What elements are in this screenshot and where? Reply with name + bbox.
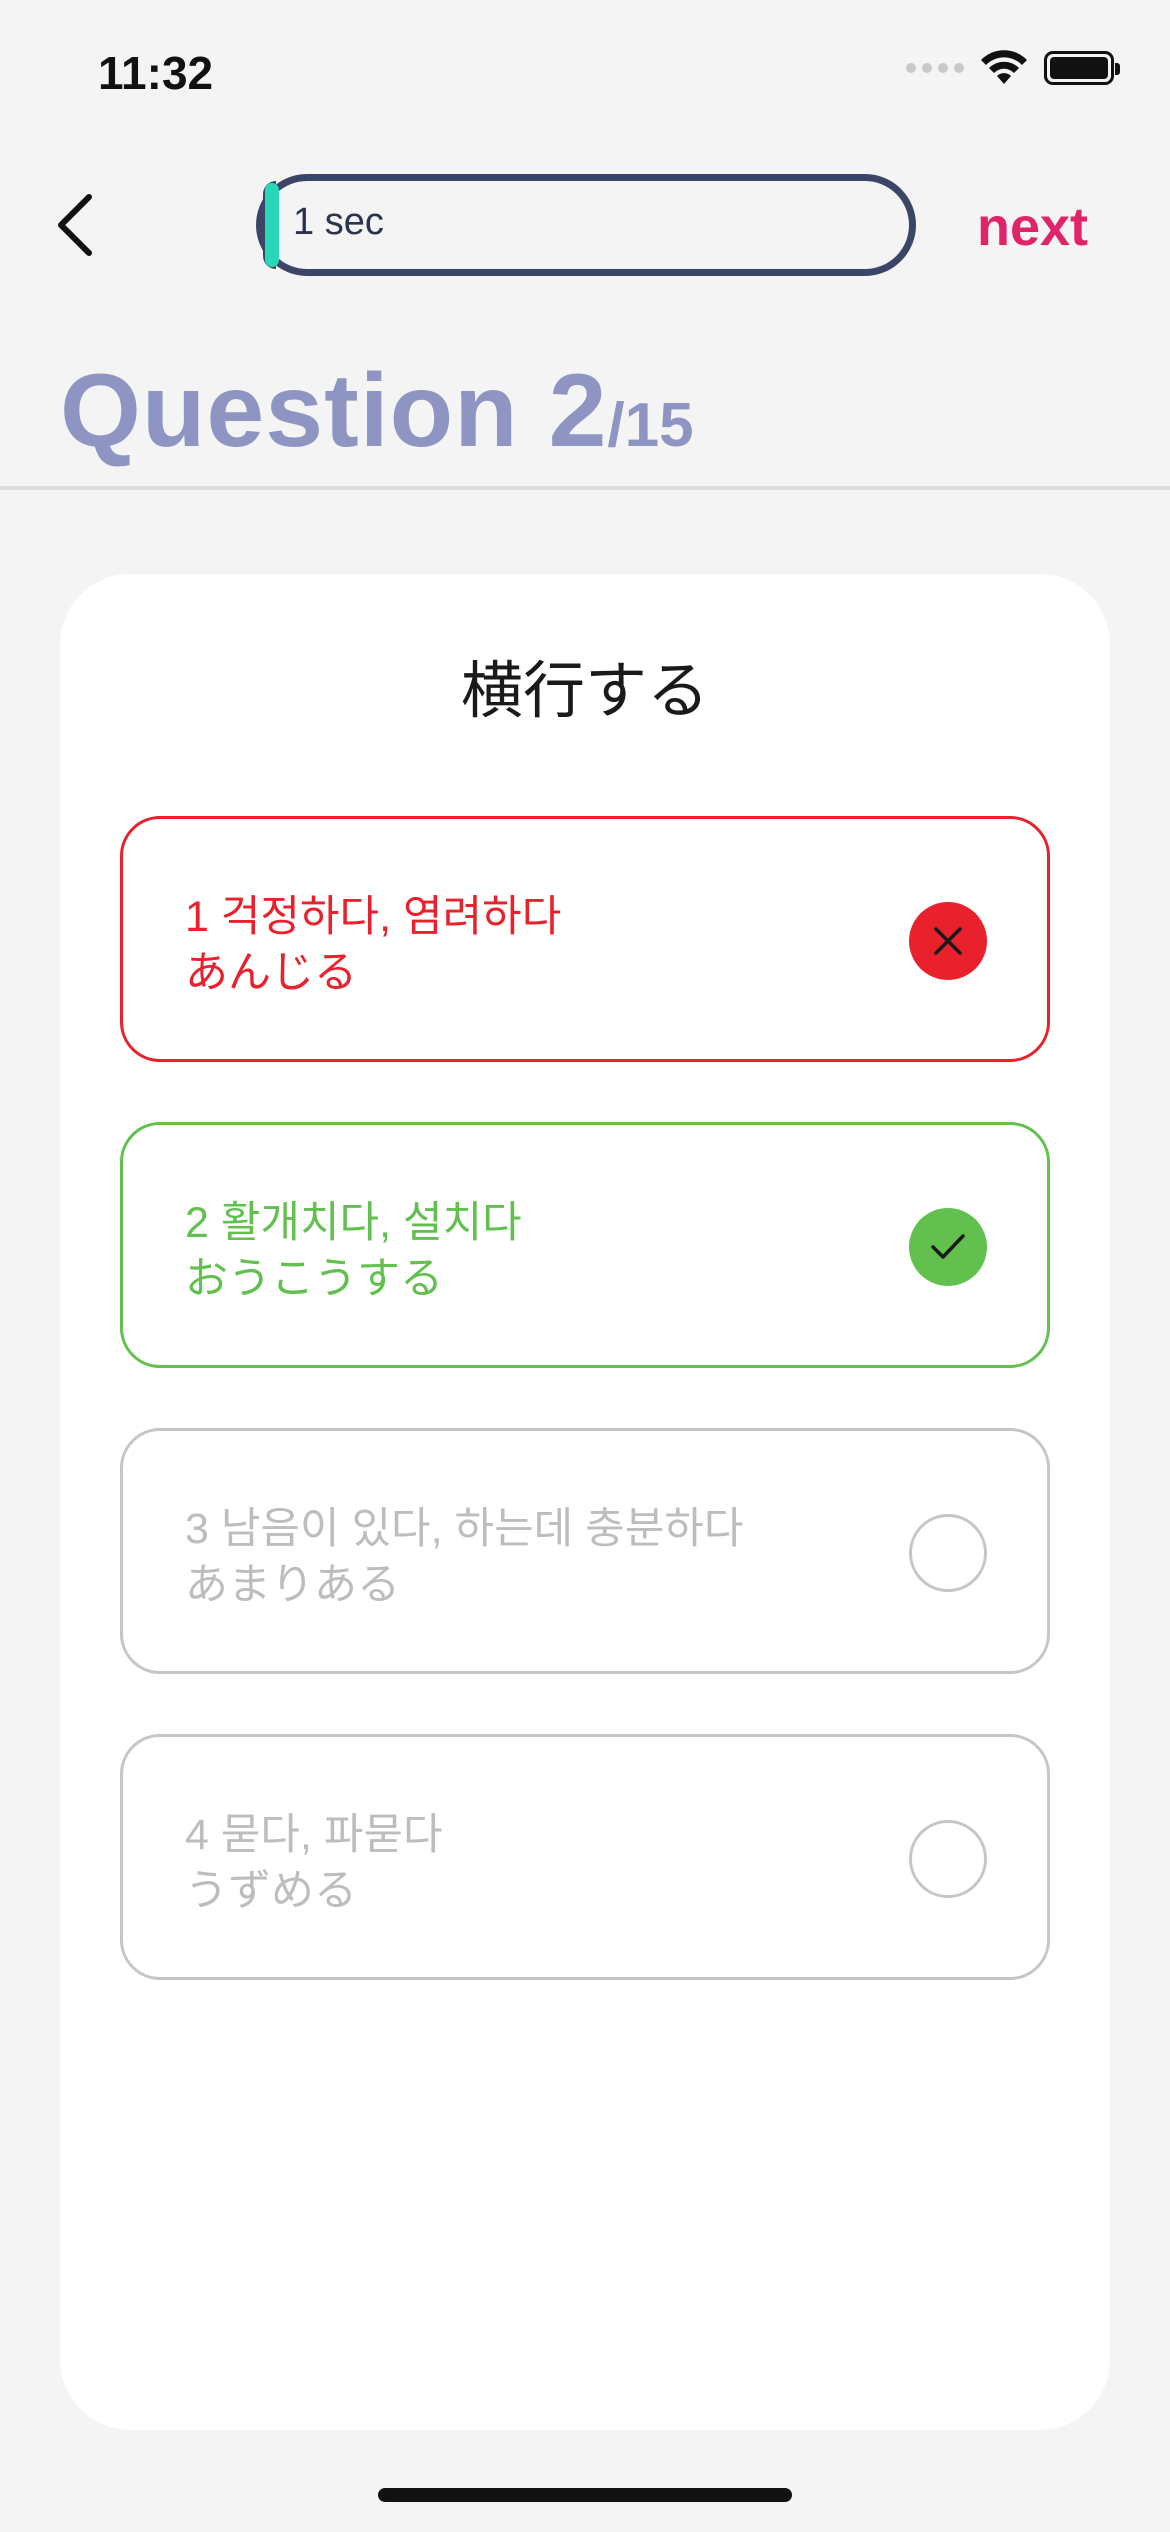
wrong-marker [909,902,987,980]
answer-option-text: 2 활개치다, 설치다 おうこうする [185,1195,522,1307]
radio-circle [909,1820,987,1898]
option-japanese: うずめる [185,1867,357,1915]
timer-progress-bar: 1 sec [256,174,916,276]
option-number: 3 [185,1505,209,1553]
question-title: Question 2/15 [60,352,694,471]
option-korean: 걱정하다, 염려하다 [220,893,562,941]
option-number: 4 [185,1811,209,1859]
answer-option-text: 3 남음이 있다, 하는데 충분하다 あまりある [185,1501,743,1613]
question-total: /15 [607,391,694,460]
status-time: 11:32 [98,47,214,99]
answer-option-text: 1 걱정하다, 염려하다 あんじる [185,889,561,1001]
answer-option-4[interactable]: 4 묻다, 파묻다 うずめる [120,1734,1050,1980]
option-korean: 남음이 있다, 하는데 충분하다 [220,1505,744,1553]
option-japanese: あまりある [185,1561,400,1609]
prompt-word: 横行する [460,657,709,726]
home-indicator[interactable] [378,2488,792,2502]
wifi-icon [981,50,1027,84]
option-japanese: あんじる [185,949,357,997]
status-bar: 11:32 [0,0,1170,140]
radio-circle [909,1514,987,1592]
timer-text: 1 sec [293,201,384,243]
option-korean: 묻다, 파묻다 [220,1811,443,1859]
answer-option-1[interactable]: 1 걱정하다, 염려하다 あんじる [120,816,1050,1062]
answer-option-2[interactable]: 2 활개치다, 설치다 おうこうする [120,1122,1050,1368]
battery-icon [1044,51,1120,85]
status-icons [906,50,1120,86]
answer-option-3[interactable]: 3 남음이 있다, 하는데 충분하다 あまりある [120,1428,1050,1674]
option-japanese: おうこうする [185,1255,443,1303]
next-button[interactable]: next [977,196,1088,258]
question-number: Question 2 [60,353,608,469]
close-icon [934,927,962,955]
answer-option-text: 4 묻다, 파묻다 うずめる [185,1807,443,1919]
correct-marker [909,1208,987,1286]
option-korean: 활개치다, 설치다 [220,1199,522,1247]
back-button[interactable] [40,190,110,260]
timer-progress-cap [265,183,279,267]
check-icon [931,1234,965,1259]
chevron-left-icon [58,194,92,256]
option-number: 2 [185,1199,209,1247]
option-number: 1 [185,893,209,941]
cellular-signal-icon [906,63,964,73]
header-divider [0,486,1170,490]
